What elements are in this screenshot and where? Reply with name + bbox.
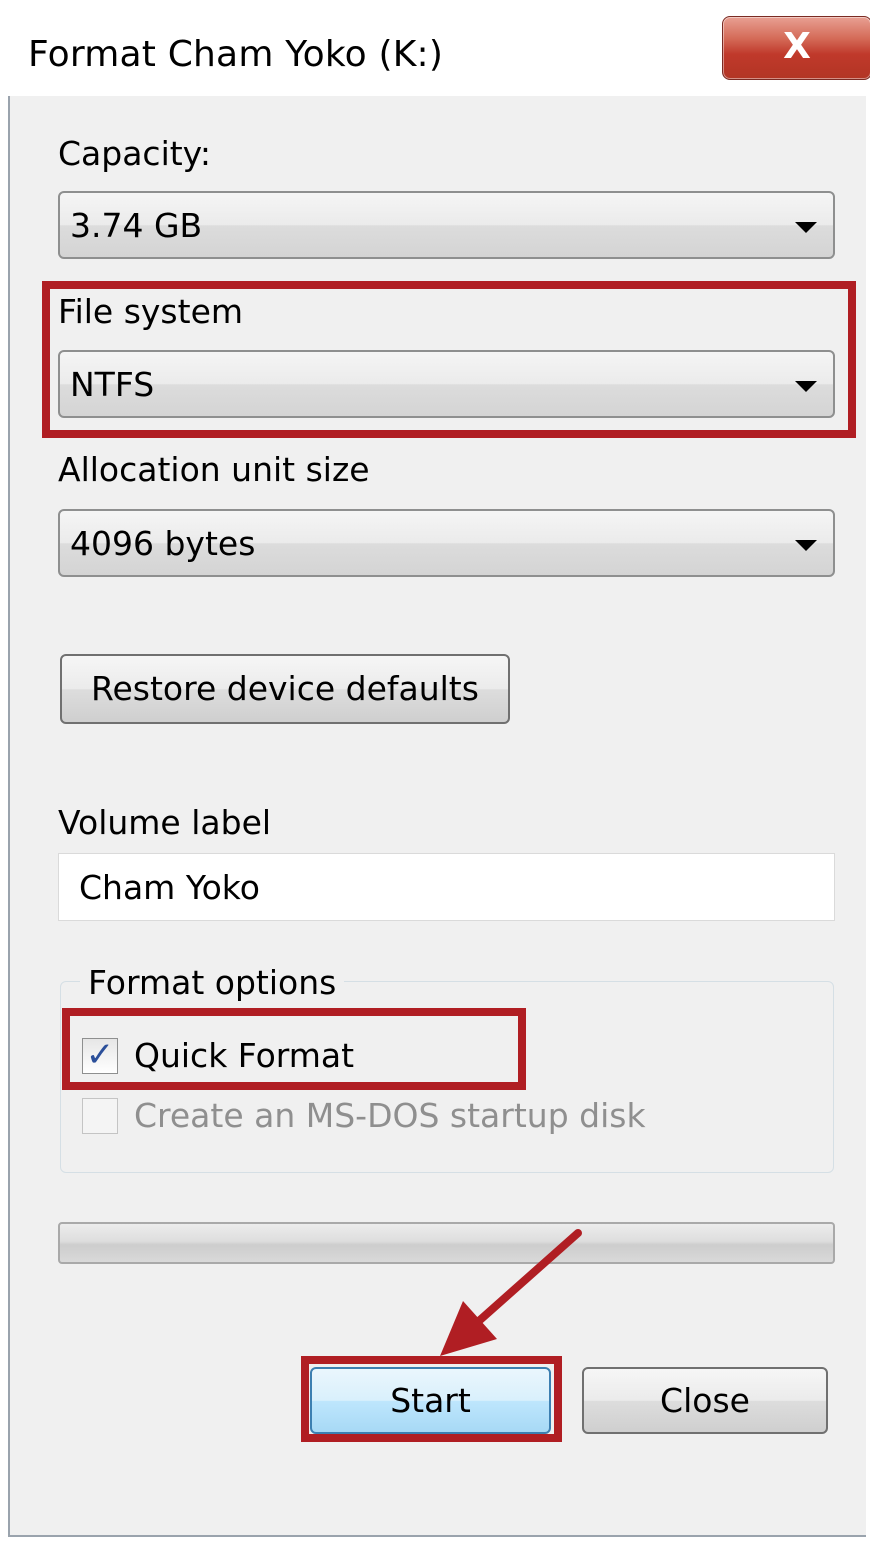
start-highlight <box>301 1356 562 1442</box>
window-title: Format Cham Yoko (K:) <box>28 34 444 75</box>
volume-label-label: Volume label <box>58 803 272 842</box>
format-progress-bar <box>58 1222 835 1264</box>
chevron-down-icon <box>795 540 817 551</box>
allocation-value: 4096 bytes <box>70 524 256 563</box>
allocation-dropdown[interactable]: 4096 bytes <box>58 509 835 577</box>
capacity-value: 3.74 GB <box>70 206 203 245</box>
volume-label-field[interactable] <box>58 853 835 921</box>
format-options-title: Format options <box>80 963 345 1002</box>
restore-defaults-button[interactable]: Restore device defaults <box>60 654 510 724</box>
quick-format-highlight <box>62 1008 526 1090</box>
title-bar: Format Cham Yoko (K:) X <box>8 4 870 96</box>
volume-label-input[interactable] <box>59 854 834 920</box>
msdos-label: Create an MS-DOS startup disk <box>134 1096 646 1135</box>
close-button[interactable]: Close <box>582 1367 828 1434</box>
file-system-highlight <box>42 281 856 438</box>
restore-defaults-label: Restore device defaults <box>91 669 479 708</box>
window-close-button[interactable]: X <box>722 16 870 80</box>
close-label: Close <box>660 1381 750 1420</box>
allocation-label: Allocation unit size <box>58 450 370 489</box>
msdos-checkbox[interactable] <box>82 1098 118 1134</box>
capacity-dropdown[interactable]: 3.74 GB <box>58 191 835 259</box>
chevron-down-icon <box>795 222 817 233</box>
capacity-label: Capacity: <box>58 134 211 173</box>
close-icon: X <box>783 26 811 67</box>
